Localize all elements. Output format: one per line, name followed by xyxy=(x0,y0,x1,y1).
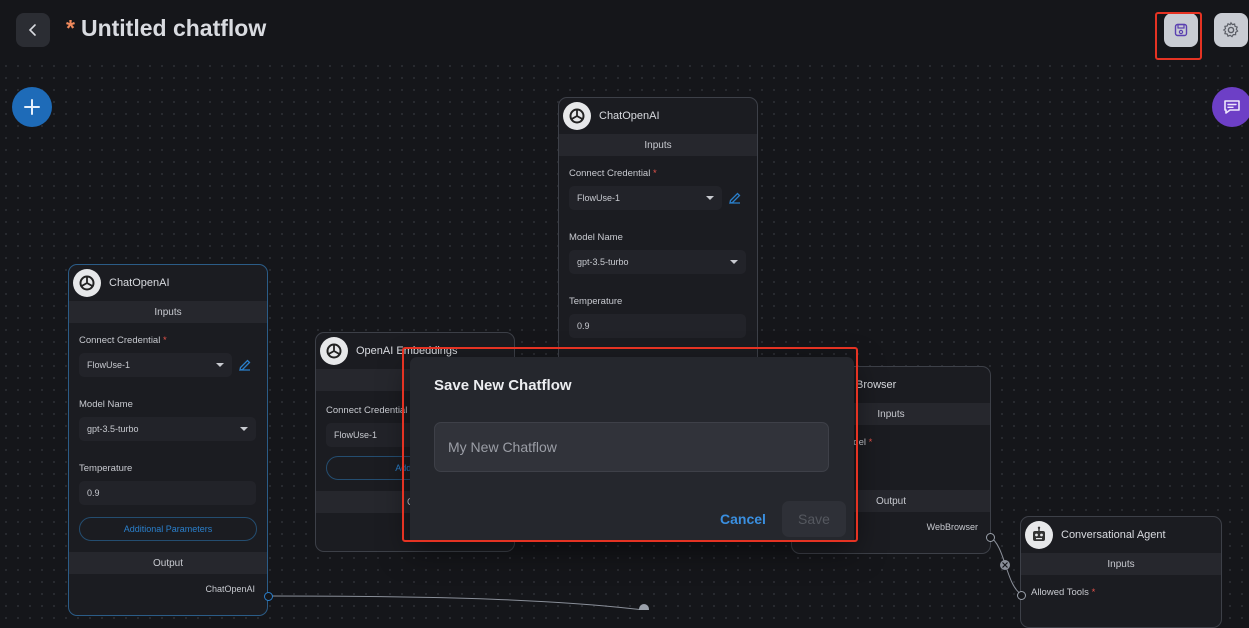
dialog-highlight xyxy=(402,347,858,542)
modal-overlay: Save New Chatflow Cancel Save xyxy=(0,0,1249,610)
